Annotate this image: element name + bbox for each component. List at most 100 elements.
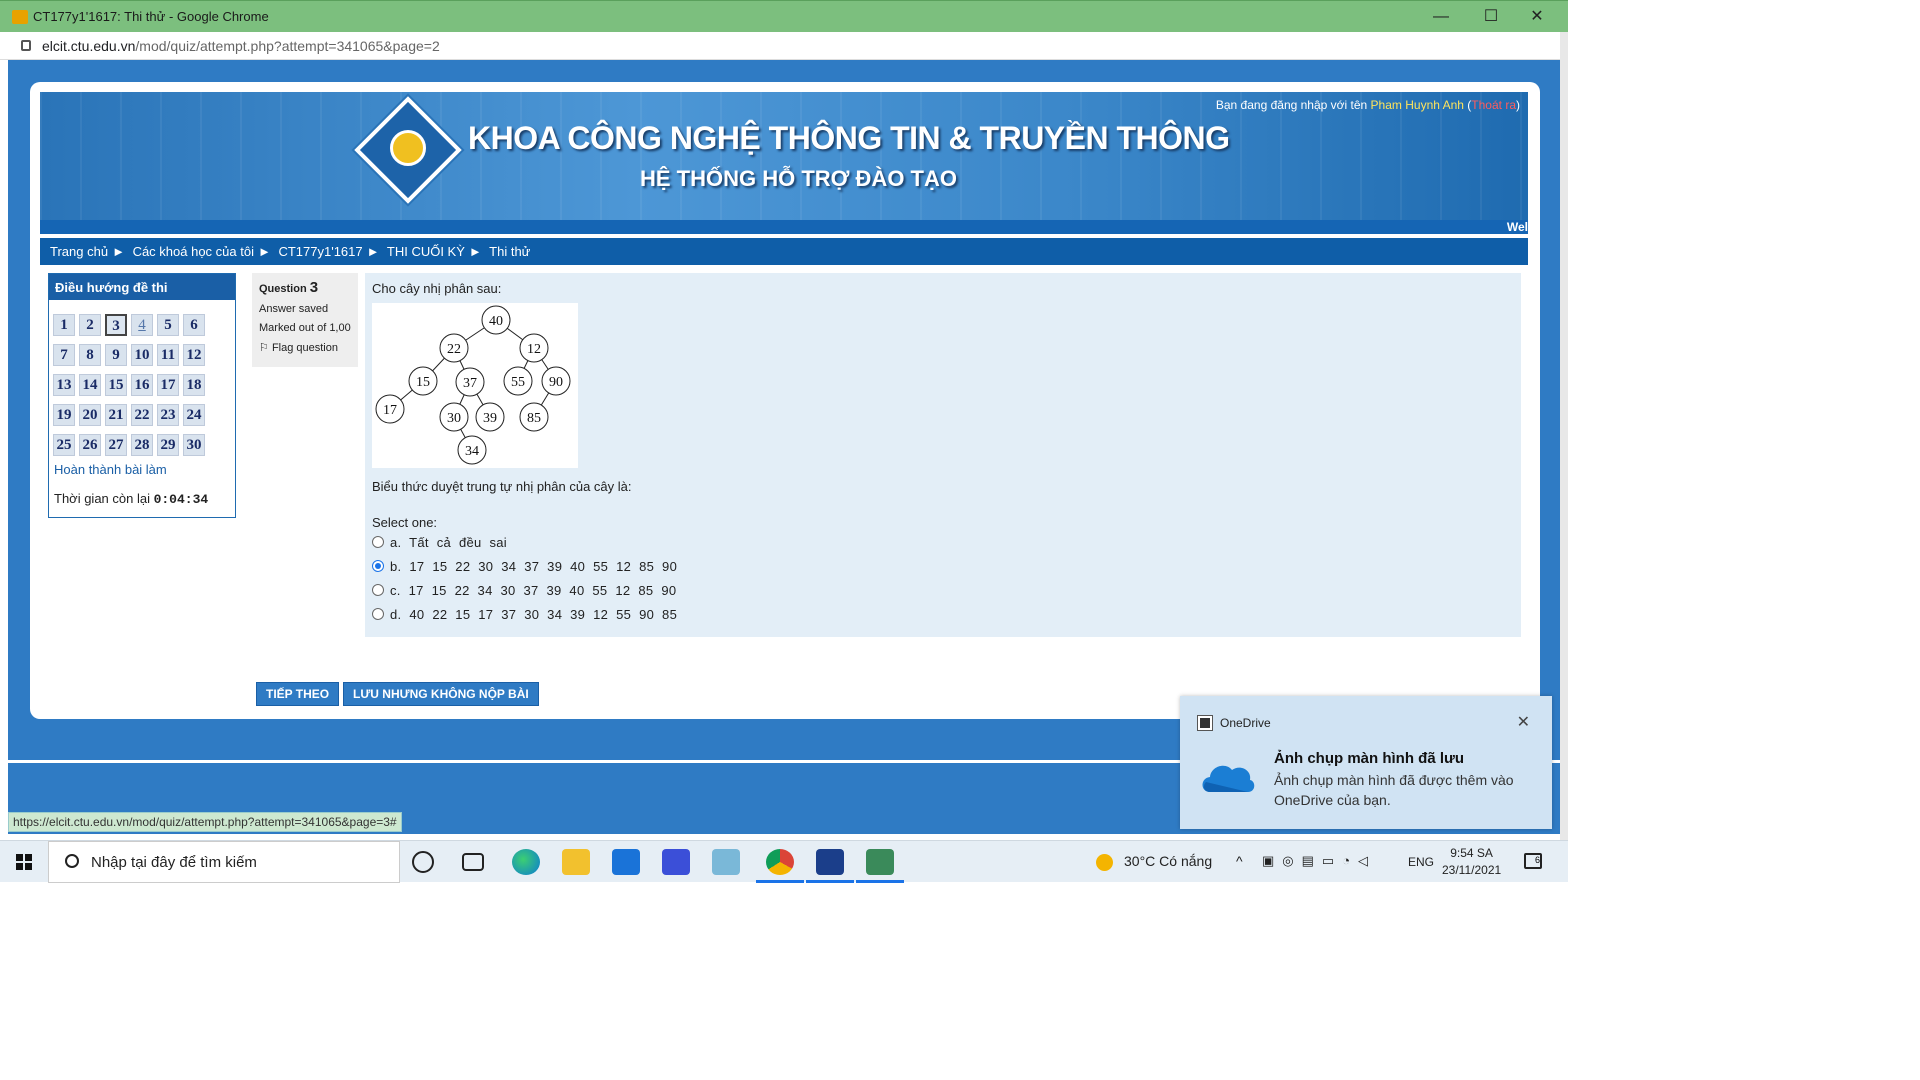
option-c-radio[interactable] — [372, 584, 384, 596]
option-b-label[interactable]: b. 17 15 22 30 34 37 39 40 55 12 85 90 — [390, 559, 677, 574]
banner-subheading: HỆ THỐNG HỖ TRỢ ĐÀO TẠO — [640, 166, 957, 191]
minimize-button[interactable]: — — [1418, 5, 1464, 29]
option-a-label[interactable]: a. Tất cả đều sai — [390, 535, 507, 550]
question-label: Question — [259, 283, 310, 295]
question-nav-button[interactable]: 21 — [105, 404, 127, 426]
banner-stripe — [40, 220, 1528, 234]
option-c-label[interactable]: c. 17 15 22 34 30 37 39 40 55 12 85 90 — [390, 583, 676, 598]
scrollbar[interactable] — [1560, 32, 1568, 840]
question-nav-button[interactable]: 29 — [157, 434, 179, 456]
edge-icon[interactable] — [512, 849, 540, 875]
question-nav-button[interactable]: 3 — [105, 314, 127, 336]
chevron-up-icon[interactable]: ^ — [1236, 853, 1243, 869]
option-b[interactable]: b. 17 15 22 30 34 37 39 40 55 12 85 90 — [372, 559, 677, 574]
question-nav-button[interactable]: 14 — [79, 374, 101, 396]
notification-center-icon[interactable]: 6 — [1524, 853, 1542, 869]
cortana-icon[interactable] — [412, 851, 434, 873]
question-nav-button[interactable]: 1 — [53, 314, 75, 336]
tree-node-label: 34 — [465, 444, 479, 459]
option-a-radio[interactable] — [372, 536, 384, 548]
address-bar[interactable]: elcit.ctu.edu.vn/mod/quiz/attempt.php?at… — [0, 32, 1568, 60]
question-nav-button[interactable]: 9 — [105, 344, 127, 366]
url-domain: elcit.ctu.edu.vn — [42, 38, 136, 54]
finish-attempt-link[interactable]: Hoàn thành bài làm — [54, 462, 167, 477]
onedrive-notification[interactable]: OneDrive ✕ Ảnh chụp màn hình đã lưu Ảnh … — [1180, 696, 1552, 829]
tree-node-label: 15 — [416, 375, 430, 390]
breadcrumb-separator: ► — [366, 244, 380, 259]
question-nav-button[interactable]: 30 — [183, 434, 205, 456]
question-nav-button[interactable]: 7 — [53, 344, 75, 366]
question-nav-button[interactable]: 4 — [131, 314, 153, 336]
banner-texture — [40, 92, 1528, 234]
question-nav-button[interactable]: 23 — [157, 404, 179, 426]
breadcrumb-course[interactable]: CT177y1'1617 — [278, 244, 362, 259]
user-link[interactable]: Pham Huynh Anh — [1371, 98, 1464, 112]
notes-icon[interactable] — [712, 849, 740, 875]
next-page-button[interactable]: TIẾP THEO — [256, 682, 340, 706]
task-view-icon[interactable] — [462, 853, 484, 871]
url-path: /mod/quiz/attempt.php?attempt=341065&pag… — [135, 38, 440, 54]
question-nav-button[interactable]: 16 — [131, 374, 153, 396]
question-nav-button[interactable]: 26 — [79, 434, 101, 456]
app-icon[interactable] — [662, 849, 690, 875]
language-indicator[interactable]: ENG — [1408, 855, 1434, 869]
flag-question-label[interactable]: Flag question — [272, 342, 338, 354]
option-d[interactable]: d. 40 22 15 17 37 30 34 39 12 55 90 85 — [372, 607, 677, 622]
option-a[interactable]: a. Tất cả đều sai — [372, 535, 507, 550]
breadcrumb-home[interactable]: Trang chủ — [50, 244, 108, 259]
question-nav-button[interactable]: 12 — [183, 344, 205, 366]
question-nav-button[interactable]: 17 — [157, 374, 179, 396]
system-tray-icons[interactable]: ▣◎▤▭◔◁ — [1262, 853, 1376, 869]
clock[interactable]: 9:54 SA 23/11/2021 — [1442, 845, 1501, 879]
lock-icon[interactable] — [21, 40, 31, 51]
taskbar-search[interactable]: Nhập tại đây để tìm kiếm — [48, 841, 400, 883]
weather-sun-icon[interactable] — [1096, 854, 1113, 871]
search-icon — [65, 854, 79, 868]
clock-time: 9:54 SA — [1450, 846, 1493, 860]
flag-question[interactable]: ⚐ Flag question — [259, 341, 351, 354]
search-placeholder[interactable]: Nhập tại đây để tìm kiếm — [91, 854, 257, 871]
tree-node-label: 39 — [483, 411, 497, 426]
question-nav-button[interactable]: 2 — [79, 314, 101, 336]
question-nav-button[interactable]: 13 — [53, 374, 75, 396]
question-nav-button[interactable]: 20 — [79, 404, 101, 426]
logout-link[interactable]: Thoát ra — [1471, 98, 1516, 112]
windows-start-icon[interactable] — [16, 854, 32, 870]
option-d-radio[interactable] — [372, 608, 384, 620]
close-window-button[interactable]: ✕ — [1514, 5, 1560, 29]
question-nav-button[interactable]: 5 — [157, 314, 179, 336]
question-nav-button[interactable]: 8 — [79, 344, 101, 366]
editor-icon[interactable] — [856, 849, 904, 883]
file-explorer-icon[interactable] — [562, 849, 590, 875]
question-nav-button[interactable]: 22 — [131, 404, 153, 426]
close-icon[interactable]: ✕ — [1517, 712, 1530, 732]
question-nav-button[interactable]: 10 — [131, 344, 153, 366]
tree-node-label: 30 — [447, 411, 461, 426]
question-nav-button[interactable]: 11 — [157, 344, 179, 366]
flag-icon[interactable]: ⚐ — [259, 342, 269, 354]
breadcrumb-quiz[interactable]: Thi thử — [489, 244, 530, 259]
option-b-radio[interactable] — [372, 560, 384, 572]
quiz-navigation: Điều hướng đề thi 1 2 3 4 5 6 7 8 9 10 11 12 13 14 15 1… — [48, 273, 236, 518]
weather-text[interactable]: 30°C Có nắng — [1124, 853, 1212, 869]
question-nav-button[interactable]: 28 — [131, 434, 153, 456]
mail-icon[interactable] — [612, 849, 640, 875]
question-nav-button[interactable]: 6 — [183, 314, 205, 336]
save-without-submit-button[interactable]: LƯU NHƯNG KHÔNG NỘP BÀI — [343, 682, 539, 706]
breadcrumb-separator: ► — [257, 244, 271, 259]
question-nav-button[interactable]: 25 — [53, 434, 75, 456]
breadcrumb-my-courses[interactable]: Các khoá học của tôi — [133, 244, 254, 259]
option-d-label[interactable]: d. 40 22 15 17 37 30 34 39 12 55 90 85 — [390, 607, 677, 622]
breadcrumb-final-exam[interactable]: THI CUỐI KỲ — [387, 244, 465, 259]
question-nav-button[interactable]: 27 — [105, 434, 127, 456]
tree-node-label: 55 — [511, 375, 525, 390]
devcpp-icon[interactable] — [806, 849, 854, 883]
option-c[interactable]: c. 17 15 22 34 30 37 39 40 55 12 85 90 — [372, 583, 676, 598]
question-nav-button[interactable]: 19 — [53, 404, 75, 426]
chrome-icon[interactable] — [756, 849, 804, 883]
maximize-button[interactable]: ☐ — [1468, 5, 1514, 29]
question-nav-button[interactable]: 24 — [183, 404, 205, 426]
question-nav-button[interactable]: 15 — [105, 374, 127, 396]
question-nav-button[interactable]: 18 — [183, 374, 205, 396]
url-text[interactable]: elcit.ctu.edu.vn/mod/quiz/attempt.php?at… — [42, 38, 440, 54]
